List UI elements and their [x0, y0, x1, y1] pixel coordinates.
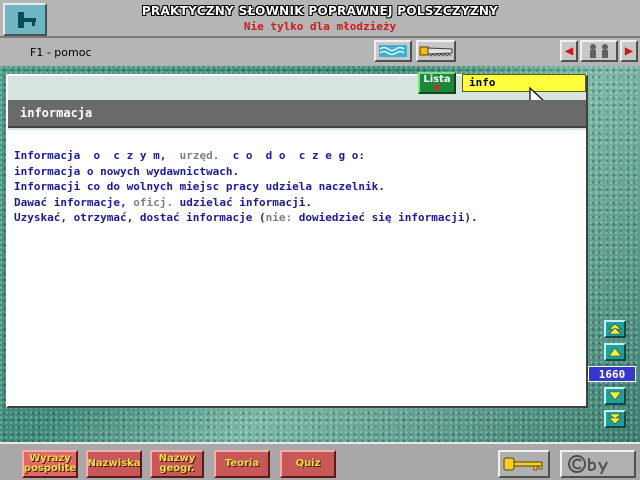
- up-icon: [608, 347, 622, 357]
- double-up-icon: [608, 323, 622, 335]
- category-common-words[interactable]: Wyrazy pospolite: [22, 450, 78, 478]
- next-button[interactable]: ▶: [620, 40, 638, 62]
- copyright-icon: [568, 455, 608, 474]
- app-title: PRAKTYCZNY SŁOWNIK POPRAWNEJ POLSZCZYZNY: [141, 4, 499, 18]
- copyright-button[interactable]: [560, 450, 636, 478]
- entry-text: Informacji co do wolnych miejsc pracy ud…: [14, 180, 385, 193]
- entry-line: Uzyskać, otrzymać, dostać informacje (ni…: [14, 210, 580, 226]
- entry-line: Informacja o c z y m, urzęd. c o d o c z…: [14, 148, 580, 164]
- toolbar: F1 - pomoc ◀ ▶: [0, 38, 640, 66]
- key-button[interactable]: [498, 450, 550, 478]
- entry-text: dowiedzieć się informacji).: [292, 211, 478, 224]
- water-icon: [379, 45, 407, 57]
- headword-bar: informacja: [8, 100, 586, 128]
- scroll-page-up-button[interactable]: [604, 320, 626, 338]
- entry-text: informacja o nowych wydawnictwach.: [14, 164, 240, 178]
- entry-line: Informacji co do wolnych miejsc pracy ud…: [14, 179, 580, 195]
- entry-line: Dawać informacje, oficj. udzielać inform…: [14, 195, 580, 211]
- figures-button[interactable]: [580, 40, 618, 62]
- saw-icon: [419, 46, 453, 57]
- saw-button[interactable]: [416, 40, 456, 62]
- entry-text: Informacja o c z y m,: [14, 149, 180, 162]
- category-theory[interactable]: Teoria: [214, 450, 270, 478]
- usage-qualifier: nie:: [265, 211, 293, 224]
- list-button[interactable]: Lista ▼: [418, 72, 456, 94]
- key-icon: [503, 457, 543, 471]
- water-button[interactable]: [374, 40, 412, 62]
- chevron-down-icon: ▼: [433, 84, 441, 94]
- entry-text-area[interactable]: Informacja o c z y m, urzęd. c o d o c z…: [8, 130, 586, 406]
- previous-button[interactable]: ◀: [560, 40, 578, 62]
- entry-line: informacja o nowych wydawnictwach.: [14, 164, 580, 180]
- back-arrow-icon: ◀: [564, 43, 574, 59]
- entry-text: udzielać informacji.: [172, 195, 313, 209]
- usage-qualifier: urzęd.: [179, 149, 220, 162]
- figures-icon: [590, 44, 608, 58]
- double-down-icon: [608, 413, 622, 425]
- app-subtitle: Nie tylko dla młodzieży: [243, 20, 397, 33]
- search-input[interactable]: info: [462, 74, 586, 92]
- title-bar: PRAKTYCZNY SŁOWNIK POPRAWNEJ POLSZCZYZNY…: [0, 0, 640, 38]
- category-geographic-names[interactable]: Nazwy geogr.: [150, 450, 204, 478]
- headword: informacja: [20, 106, 93, 120]
- entry-text: c o d o c z e g o:: [219, 149, 366, 162]
- usage-qualifier: oficj.: [133, 195, 173, 209]
- category-quiz[interactable]: Quiz: [280, 450, 336, 478]
- entry-text: Dawać informacje,: [14, 195, 134, 209]
- down-icon: [608, 391, 622, 401]
- forward-arrow-icon: ▶: [624, 43, 634, 59]
- category-surnames[interactable]: Nazwiska: [86, 450, 142, 478]
- entry-counter: 1660: [588, 366, 636, 382]
- scroll-page-down-button[interactable]: [604, 410, 626, 428]
- category-bar: Wyrazy pospolite Nazwiska Nazwy geogr. T…: [0, 442, 640, 480]
- scroll-up-button[interactable]: [604, 343, 626, 361]
- entry-definition: Informacja o c z y m, urzęd. c o d o c z…: [14, 148, 580, 226]
- scroll-down-button[interactable]: [604, 387, 626, 405]
- help-hint: F1 - pomoc: [30, 46, 92, 59]
- entry-text: Uzyskać, otrzymać, dostać informacje (: [14, 211, 266, 224]
